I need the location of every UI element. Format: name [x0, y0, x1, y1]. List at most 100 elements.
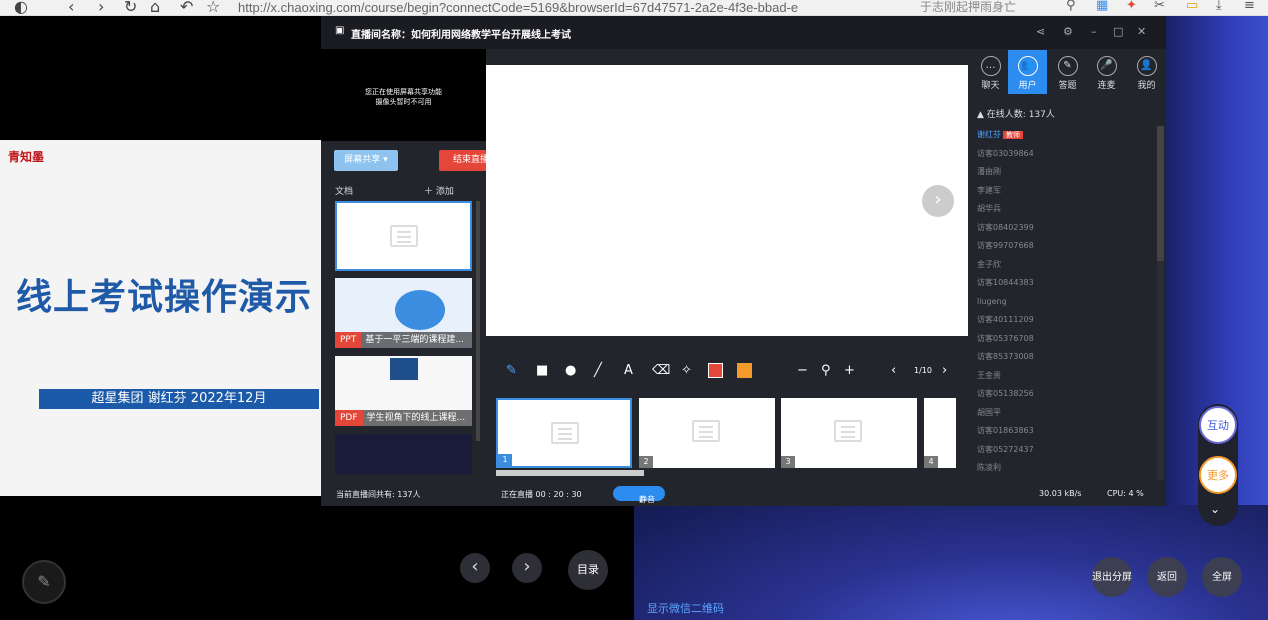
- doc-thumb[interactable]: PPT 基于一平三端的课程建...: [335, 278, 472, 348]
- user-row[interactable]: 访客40111209: [971, 311, 1157, 330]
- download-icon[interactable]: ⤓: [1216, 0, 1222, 13]
- slide-thumb[interactable]: 1: [496, 398, 632, 468]
- eraser-icon[interactable]: ⌫: [652, 363, 670, 378]
- menu-icon[interactable]: ≡: [1244, 0, 1255, 13]
- fullscreen-button[interactable]: 全屏: [1202, 557, 1242, 597]
- prev-page-button[interactable]: ‹: [460, 553, 490, 583]
- whiteboard-canvas[interactable]: ›: [486, 65, 968, 336]
- battery-icon[interactable]: ▭: [1186, 0, 1198, 13]
- address-bar[interactable]: http://x.chaoxing.com/course/begin?conne…: [238, 0, 888, 16]
- brand-logo: 青知墨: [8, 150, 45, 164]
- next-page-button[interactable]: ›: [512, 553, 542, 583]
- user-name: 李建军: [977, 185, 1001, 195]
- user-row[interactable]: 李建军: [971, 182, 1157, 201]
- apps-icon[interactable]: ▦: [1096, 0, 1108, 13]
- doc-thumb[interactable]: PDF 学生视角下的线上课程...: [335, 356, 472, 426]
- interact-button[interactable]: 互动: [1199, 406, 1237, 444]
- user-row[interactable]: 访客99707668: [971, 237, 1157, 256]
- circle-icon[interactable]: ●: [565, 363, 576, 378]
- tab-answer[interactable]: ✎ 答题: [1048, 50, 1087, 94]
- user-row[interactable]: 访客85373008: [971, 348, 1157, 367]
- user-row[interactable]: 访客05376708: [971, 330, 1157, 349]
- slide-number: 1: [498, 454, 512, 466]
- next-page-icon[interactable]: ›: [942, 363, 947, 378]
- tab-chat[interactable]: … 聊天: [971, 50, 1010, 94]
- user-row[interactable]: 访客05272437: [971, 441, 1157, 460]
- red-color-swatch[interactable]: [708, 363, 723, 378]
- star-icon[interactable]: ☆: [206, 0, 220, 16]
- live-window: ▣ 直播间名称：如何利用网络教学平台开展线上考试 ⋖ ⚙ – □ ✕ 您正在使用…: [321, 16, 1166, 506]
- wechat-qr-link[interactable]: 显示微信二维码: [647, 600, 724, 616]
- exit-split-button[interactable]: 退出分屏: [1092, 557, 1132, 597]
- close-icon[interactable]: ✕: [1137, 25, 1146, 38]
- pen-icon[interactable]: ✎: [506, 363, 517, 378]
- line-icon[interactable]: ╱: [594, 363, 602, 378]
- mic-icon: 🎤: [1096, 56, 1117, 76]
- user-name: 访客05138256: [977, 389, 1034, 398]
- user-name: 访客03039864: [977, 148, 1034, 158]
- slide-thumb[interactable]: 3: [781, 398, 917, 468]
- add-doc-button[interactable]: ＋ 添加: [424, 184, 454, 197]
- screen-share-button[interactable]: 屏幕共享 ▾: [334, 150, 398, 171]
- drawing-toolbar: ✎ ■ ● ╱ A ⌫ ✧ − ⚲ + ‹ 1/10 ›: [486, 354, 966, 390]
- slide-strip: 1 2 3 4: [496, 398, 956, 468]
- user-row[interactable]: 访客03039864: [971, 145, 1157, 164]
- minimize-icon[interactable]: –: [1091, 25, 1097, 38]
- more-button[interactable]: 更多: [1199, 456, 1237, 494]
- user-row[interactable]: 潘由刚: [971, 163, 1157, 182]
- scissors-icon[interactable]: ✂: [1154, 0, 1165, 13]
- text-icon[interactable]: A: [624, 363, 633, 378]
- undo-icon[interactable]: ↶: [180, 0, 193, 16]
- slide-thumb[interactable]: 2: [639, 398, 775, 468]
- tab-mine[interactable]: 👤 我的: [1127, 50, 1166, 94]
- zoom-in-icon[interactable]: +: [844, 363, 855, 378]
- back-button[interactable]: 返回: [1147, 557, 1187, 597]
- gear-icon[interactable]: ⚙: [1063, 25, 1073, 38]
- slide-author: 超星集团 谢红芬 2022年12月: [39, 389, 319, 409]
- slide-number: 2: [639, 456, 653, 468]
- chevron-down-icon[interactable]: ⌄: [1210, 502, 1220, 516]
- back-icon[interactable]: ‹: [68, 0, 74, 16]
- user-row[interactable]: 胡国平: [971, 404, 1157, 423]
- rectangle-icon[interactable]: ■: [536, 363, 548, 378]
- clear-icon[interactable]: ✧: [681, 363, 692, 378]
- prev-page-icon[interactable]: ‹: [891, 363, 896, 378]
- user-row[interactable]: 访客05138256: [971, 385, 1157, 404]
- slide-strip-scrollbar[interactable]: [496, 470, 644, 476]
- catalog-button[interactable]: 目录: [568, 550, 608, 590]
- next-slide-button[interactable]: ›: [922, 185, 954, 217]
- user-name: 访客08402399: [977, 222, 1034, 232]
- user-row[interactable]: 陈凌利: [971, 459, 1157, 478]
- user-row[interactable]: 谢红芬 教师: [971, 126, 1157, 145]
- slide-thumb[interactable]: 4: [924, 398, 956, 468]
- maximize-icon[interactable]: □: [1113, 25, 1123, 38]
- search-icon[interactable]: ⚲: [1066, 0, 1076, 13]
- brush-icon[interactable]: ✎: [22, 560, 66, 604]
- user-row[interactable]: 胡华兵: [971, 200, 1157, 219]
- zoom-icon[interactable]: ⚲: [821, 363, 831, 378]
- user-row[interactable]: 访客10844383: [971, 274, 1157, 293]
- mute-button[interactable]: ♪ 静音: [613, 486, 665, 504]
- search-box[interactable]: 于志刚起押雨身亡: [920, 0, 1080, 16]
- browser-toolbar: ◐ ‹ › ↻ ⌂ ↶ ☆ http://x.chaoxing.com/cour…: [0, 0, 1268, 16]
- tab-mic[interactable]: 🎤 连麦: [1087, 50, 1126, 94]
- user-name: 访客01863863: [977, 426, 1034, 435]
- home-icon[interactable]: ⌂: [150, 0, 160, 16]
- doc-thumb[interactable]: [335, 434, 472, 474]
- orange-color-swatch[interactable]: [737, 363, 752, 378]
- zoom-out-icon[interactable]: −: [797, 363, 808, 378]
- user-row[interactable]: 金子欣: [971, 256, 1157, 275]
- reload-icon[interactable]: ↻: [124, 0, 137, 16]
- user-row[interactable]: 访客08402399: [971, 219, 1157, 238]
- avatar[interactable]: ◐: [14, 0, 28, 16]
- user-row[interactable]: liugeng: [971, 293, 1157, 312]
- user-list-scrollbar[interactable]: [1157, 126, 1164, 480]
- user-row[interactable]: 王金贵: [971, 367, 1157, 386]
- share-icon[interactable]: ⋖: [1036, 25, 1045, 38]
- forward-icon[interactable]: ›: [98, 0, 104, 16]
- doc-thumb[interactable]: [335, 201, 472, 271]
- game-icon[interactable]: ✦: [1126, 0, 1137, 13]
- tab-users[interactable]: 👥 用户: [1008, 50, 1047, 94]
- user-row[interactable]: 访客01863863: [971, 422, 1157, 441]
- doc-scrollbar[interactable]: [476, 201, 480, 441]
